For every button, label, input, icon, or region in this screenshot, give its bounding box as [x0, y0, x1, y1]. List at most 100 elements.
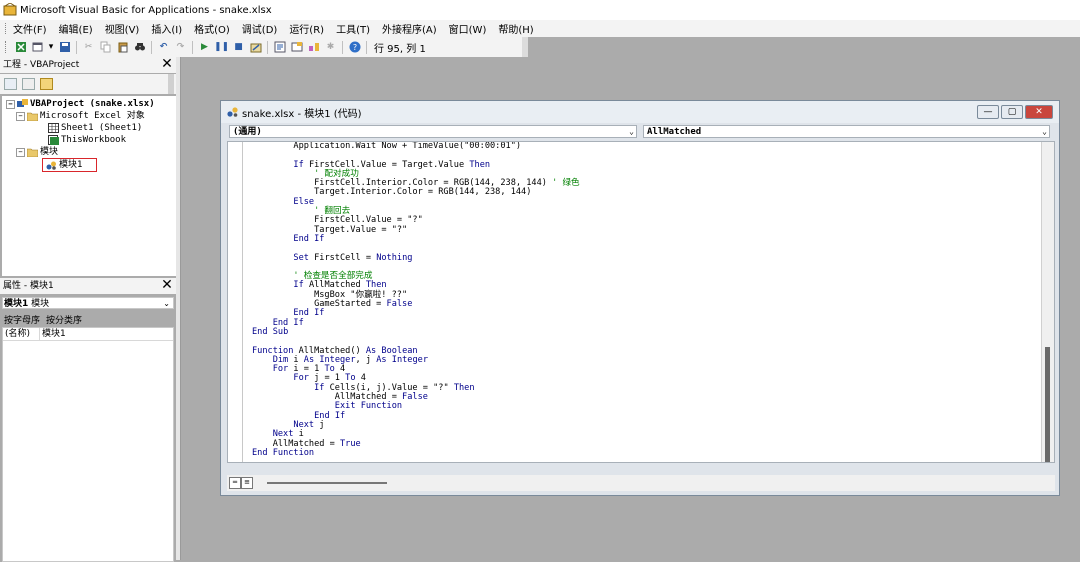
code-line[interactable]: End If: [252, 234, 580, 244]
vba-app-icon: [3, 3, 17, 16]
toolbar-separator: [267, 40, 268, 54]
horizontal-scrollbar[interactable]: [267, 482, 387, 484]
tree-label: ThisWorkbook: [61, 135, 127, 145]
workbook-icon: [48, 135, 59, 145]
project-scroll-stub[interactable]: [168, 74, 174, 94]
vertical-scrollbar[interactable]: [1041, 142, 1054, 462]
chevron-down-icon[interactable]: ⌄: [1042, 126, 1047, 138]
tree-node-modules[interactable]: − 模块: [16, 146, 58, 158]
close-button[interactable]: ✕: [1025, 105, 1053, 119]
toolbar-separator: [76, 40, 77, 54]
tab-alphabetic[interactable]: 按字母序: [4, 313, 40, 326]
menu-debug[interactable]: 调试(D): [242, 21, 278, 36]
collapse-icon[interactable]: −: [6, 99, 15, 109]
procedure-view-icon[interactable]: ═: [229, 477, 241, 489]
properties-object-select[interactable]: 模块1 模块 ⌄: [2, 297, 174, 309]
toolbox-icon[interactable]: ✱: [324, 41, 337, 54]
code-status-bar: ═ ≡: [227, 475, 1055, 491]
object-combo-value: (通用): [233, 127, 262, 137]
menu-edit[interactable]: 编辑(E): [59, 21, 93, 36]
view-excel-icon[interactable]: [14, 41, 27, 54]
standard-toolbar: ▾ ✂ ↶ ↷ ▶ ❚❚ ■ ✱ ? 行 95, 列 1: [0, 37, 528, 58]
design-mode-icon[interactable]: [249, 41, 262, 54]
menu-file[interactable]: 文件(F): [13, 21, 47, 36]
insert-module-icon[interactable]: [31, 41, 44, 54]
copy-icon[interactable]: [99, 41, 112, 54]
properties-tabs: 按字母序 按分类序: [4, 313, 82, 326]
properties-window-icon[interactable]: [290, 41, 303, 54]
code-line[interactable]: End Function: [252, 448, 580, 458]
menu-view[interactable]: 视图(V): [105, 21, 140, 36]
menu-help[interactable]: 帮助(H): [498, 21, 533, 36]
tree-node-vbaproject[interactable]: − VBAProject (snake.xlsx): [6, 98, 155, 110]
tree-node-sheet1[interactable]: Sheet1 (Sheet1): [48, 122, 142, 134]
collapse-icon[interactable]: −: [16, 111, 25, 121]
view-object-icon[interactable]: [22, 78, 35, 90]
run-icon[interactable]: ▶: [198, 41, 211, 54]
dropdown-arrow-icon[interactable]: ▾: [48, 41, 54, 54]
project-explorer-icon[interactable]: [273, 41, 286, 54]
code-line[interactable]: Application.Wait Now + TimeValue("00:00:…: [252, 142, 580, 151]
folder-icon: [27, 148, 38, 157]
menu-window[interactable]: 窗口(W): [449, 21, 487, 36]
code-window-titlebar[interactable]: snake.xlsx - 模块1 (代码) — ▢ ✕: [221, 101, 1059, 123]
toolbar-separator: [151, 40, 152, 54]
view-code-icon[interactable]: [4, 78, 17, 90]
worksheet-icon: [48, 123, 59, 133]
tree-node-module1[interactable]: 模块1: [42, 158, 98, 172]
chevron-down-icon[interactable]: ⌄: [629, 126, 634, 138]
close-icon[interactable]: ✕: [160, 57, 174, 72]
toolbar-overflow[interactable]: [522, 37, 528, 57]
tree-label: Sheet1 (Sheet1): [61, 123, 143, 133]
menu-grip[interactable]: [5, 23, 9, 34]
reset-icon[interactable]: ■: [232, 41, 245, 54]
chevron-down-icon[interactable]: ⌄: [163, 298, 170, 310]
maximize-button[interactable]: ▢: [1001, 105, 1023, 119]
toggle-folders-icon[interactable]: [40, 78, 53, 90]
cursor-position: 行 95, 列 1: [374, 43, 426, 55]
project-tree: − VBAProject (snake.xlsx) − Microsoft Ex…: [2, 96, 176, 276]
project-pane-title-text: 工程 - VBAProject: [3, 60, 80, 70]
object-combo[interactable]: (通用) ⌄: [229, 125, 637, 138]
object-name: 模块1: [4, 299, 29, 309]
redo-icon[interactable]: ↷: [174, 41, 187, 54]
tree-label: 模块1: [59, 160, 83, 170]
code-line[interactable]: End If: [252, 318, 580, 328]
menu-insert[interactable]: 插入(I): [151, 21, 182, 36]
tree-node-excel-objects[interactable]: − Microsoft Excel 对象: [16, 110, 145, 122]
tree-node-thisworkbook[interactable]: ThisWorkbook: [48, 134, 126, 146]
property-value[interactable]: 模块1: [40, 328, 66, 340]
close-icon[interactable]: ✕: [160, 278, 174, 293]
procedure-combo[interactable]: AllMatched ⌄: [643, 125, 1050, 138]
toolbar-grip[interactable]: [5, 41, 9, 53]
menu-tools[interactable]: 工具(T): [336, 21, 370, 36]
paste-icon[interactable]: [116, 41, 129, 54]
property-row[interactable]: (名称) 模块1: [3, 328, 173, 341]
menu-run[interactable]: 运行(R): [289, 21, 324, 36]
toolbar-separator: [192, 40, 193, 54]
code-line[interactable]: Set FirstCell = Nothing: [252, 253, 580, 263]
break-icon[interactable]: ❚❚: [214, 41, 229, 54]
help-icon[interactable]: ?: [348, 41, 361, 54]
scroll-thumb[interactable]: [1045, 347, 1050, 462]
margin-indicator-bar[interactable]: [228, 142, 243, 462]
cut-icon[interactable]: ✂: [82, 41, 95, 54]
code-window-title: snake.xlsx - 模块1 (代码): [242, 108, 362, 120]
code-editor[interactable]: Application.Wait Now + TimeValue("00:00:…: [227, 141, 1055, 463]
save-icon[interactable]: [58, 41, 71, 54]
full-module-view-icon[interactable]: ≡: [241, 477, 253, 489]
minimize-button[interactable]: —: [977, 105, 999, 119]
code-line[interactable]: End Sub: [252, 327, 580, 337]
menu-addins[interactable]: 外接程序(A): [382, 21, 437, 36]
collapse-icon[interactable]: −: [16, 147, 25, 157]
undo-icon[interactable]: ↶: [157, 41, 170, 54]
procedure-combo-value: AllMatched: [647, 127, 702, 137]
code-text[interactable]: Application.Wait Now + TimeValue("00:00:…: [252, 142, 580, 458]
project-toolbar: [0, 74, 176, 94]
window-title: Microsoft Visual Basic for Applications …: [20, 4, 272, 16]
tab-categorized[interactable]: 按分类序: [46, 313, 82, 326]
object-browser-icon[interactable]: [307, 41, 320, 54]
menu-format[interactable]: 格式(O): [194, 21, 230, 36]
find-icon[interactable]: [133, 41, 146, 54]
tree-label: 模块: [40, 147, 59, 157]
